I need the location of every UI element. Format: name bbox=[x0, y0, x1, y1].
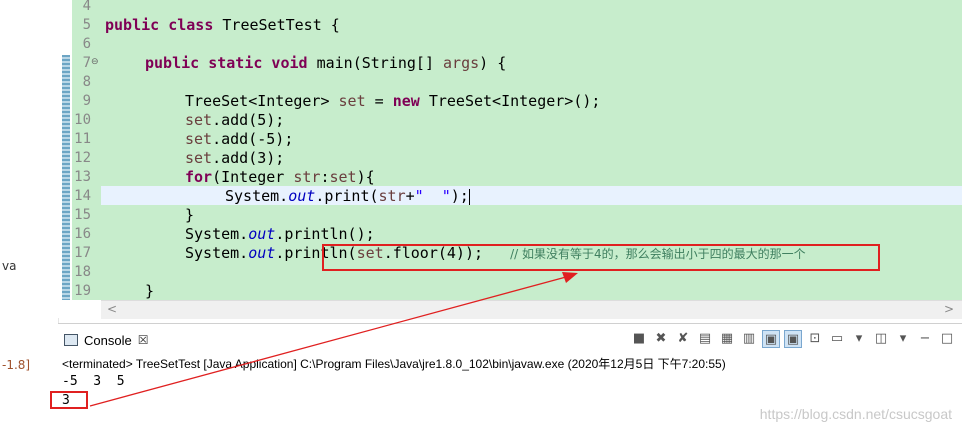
line-number: 6 bbox=[82, 36, 91, 52]
minimize-icon[interactable]: − bbox=[916, 330, 934, 348]
code-line-12: set.add(3); bbox=[185, 149, 285, 167]
display-console-icon[interactable]: ▭ bbox=[828, 330, 846, 348]
console-tab-label: Console bbox=[84, 332, 132, 348]
code-line-16: System.out.println(); bbox=[185, 225, 375, 243]
show-when-stdout-icon[interactable]: ▣ bbox=[762, 330, 780, 348]
code-line-9: TreeSet<Integer> set = new TreeSet<Integ… bbox=[185, 92, 601, 110]
line-number: 14 bbox=[74, 188, 91, 204]
watermark: https://blog.csdn.net/csucsgoat bbox=[759, 406, 952, 422]
clear-icon[interactable]: ▤ bbox=[696, 330, 714, 348]
code-line-14: System.out.print(str+" "); bbox=[225, 187, 470, 205]
line-number: 5 bbox=[82, 17, 91, 33]
package-explorer-edge: va -1.8] bbox=[0, 0, 59, 433]
code-line-10: set.add(5); bbox=[185, 111, 285, 129]
line-number: 18 bbox=[74, 264, 91, 280]
line-number: 16 bbox=[74, 226, 91, 242]
annotation-box-code bbox=[322, 244, 880, 271]
line-number: 8 bbox=[82, 74, 91, 90]
code-line-7: public static void main(String[] args) { bbox=[145, 54, 507, 72]
maximize-icon[interactable]: □ bbox=[938, 330, 956, 348]
line-number: 9 bbox=[82, 93, 91, 109]
remove-launch-icon[interactable]: ✖ bbox=[652, 330, 670, 348]
code-line-5: public class TreeSetTest { bbox=[105, 16, 340, 34]
open-console-icon[interactable]: ◫ bbox=[872, 330, 890, 348]
code-line-15: } bbox=[185, 206, 195, 224]
line-number: 10 bbox=[74, 112, 91, 128]
explorer-text-fragment: va bbox=[2, 259, 17, 273]
console-toolbar: ■ ✖ ✘ ▤ ▦ ▥ ▣ ▣ ⊡ ▭ ▾ ◫ ▾ − □ bbox=[630, 330, 956, 348]
stop-icon[interactable]: ■ bbox=[630, 330, 648, 348]
scroll-left-icon[interactable]: < bbox=[107, 302, 117, 316]
fold-toggle-icon[interactable]: ⊖ bbox=[91, 57, 99, 67]
quick-diff-bar bbox=[62, 55, 70, 300]
word-wrap-icon[interactable]: ▥ bbox=[740, 330, 758, 348]
line-number: 13 bbox=[74, 169, 91, 185]
pin-icon[interactable]: ⊡ bbox=[806, 330, 824, 348]
code-line-13: for(Integer str:set){ bbox=[185, 168, 375, 186]
console-status-line: <terminated> TreeSetTest [Java Applicati… bbox=[62, 357, 726, 371]
console-icon bbox=[64, 334, 78, 346]
close-icon[interactable]: ☒ bbox=[138, 333, 149, 347]
dropdown-icon[interactable]: ▾ bbox=[850, 330, 868, 348]
console-output-line: -5 3 5 bbox=[62, 374, 125, 389]
annotation-box-output bbox=[50, 391, 88, 409]
line-number: 15 bbox=[74, 207, 91, 223]
horizontal-scrollbar[interactable]: < > bbox=[101, 300, 962, 319]
scroll-right-icon[interactable]: > bbox=[944, 302, 954, 316]
show-when-stderr-icon[interactable]: ▣ bbox=[784, 330, 802, 348]
line-number: 17 bbox=[74, 245, 91, 261]
line-number: 11 bbox=[74, 131, 91, 147]
remove-all-icon[interactable]: ✘ bbox=[674, 330, 692, 348]
view-menu-icon[interactable]: ▾ bbox=[894, 330, 912, 348]
code-line-11: set.add(-5); bbox=[185, 130, 294, 148]
line-number: 19 bbox=[74, 283, 91, 299]
code-line-19: } bbox=[145, 282, 155, 300]
scroll-lock-icon[interactable]: ▦ bbox=[718, 330, 736, 348]
text-caret bbox=[468, 188, 470, 205]
tab-console[interactable]: Console ☒ bbox=[58, 328, 154, 352]
line-number: 7 bbox=[82, 55, 91, 71]
line-number: 4 bbox=[82, 0, 91, 14]
explorer-text-fragment: -1.8] bbox=[2, 358, 31, 372]
line-number: 12 bbox=[74, 150, 91, 166]
